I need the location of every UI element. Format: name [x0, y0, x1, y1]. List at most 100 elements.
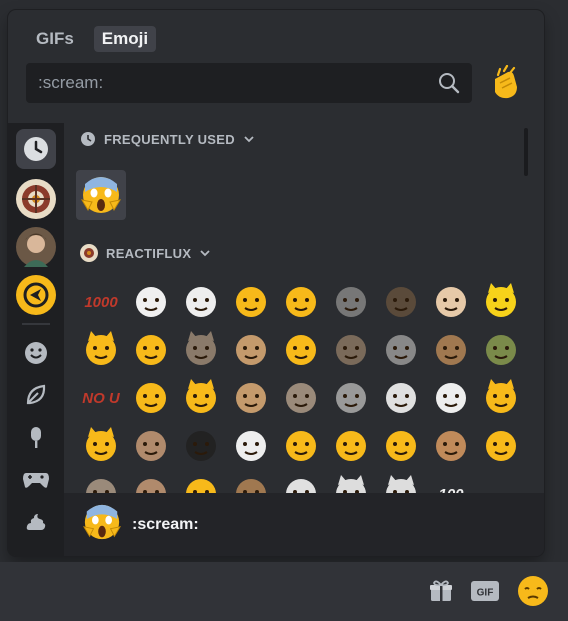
- emoji-blob-white[interactable]: [226, 421, 276, 469]
- emoji-cat-pointing[interactable]: [476, 373, 526, 421]
- emoji-blob-pray[interactable]: [376, 421, 426, 469]
- emoji-dog[interactable]: [426, 373, 476, 421]
- emoji-scream-frequent[interactable]: [76, 170, 126, 220]
- thumbsup-face: [136, 287, 166, 317]
- server-icon-pattern[interactable]: [16, 179, 56, 219]
- emoji-tesla[interactable]: [326, 277, 376, 325]
- search-value: :scream:: [38, 73, 104, 92]
- emoji-bald-man[interactable]: [376, 277, 426, 325]
- emoji-raccoon[interactable]: [376, 325, 426, 373]
- emoji-blob-grin[interactable]: [176, 469, 226, 493]
- emoji-bee-cheers[interactable]: [326, 421, 376, 469]
- emoji-button-icon[interactable]: [516, 574, 550, 608]
- haskell-eye: [343, 394, 347, 398]
- emoji-picker: GIFs Emoji :scream: FREQUENTLY USED REAC…: [8, 10, 544, 556]
- objects-category-icon[interactable]: [16, 501, 56, 541]
- reactiflux-icon: [80, 244, 98, 262]
- people-category-icon[interactable]: [16, 333, 56, 373]
- emoji-man-face-2[interactable]: [126, 469, 176, 493]
- emoji-1000[interactable]: 1000: [76, 277, 126, 325]
- blob-pray-icon: [386, 431, 416, 461]
- server-icon-reactiflux[interactable]: [16, 275, 56, 315]
- blob-white-eye: [255, 442, 259, 446]
- emoji-cat-laptop[interactable]: [326, 469, 376, 493]
- emoji-100-stroke[interactable]: 100: [426, 469, 476, 493]
- tab-emoji[interactable]: Emoji: [93, 26, 157, 52]
- emoji-fedora-man[interactable]: [426, 421, 476, 469]
- emoji-hand-spray[interactable]: [426, 277, 476, 325]
- frequently-used-header[interactable]: FREQUENTLY USED: [80, 131, 255, 147]
- emoji-haskell[interactable]: [326, 373, 376, 421]
- blob-smirk-eye: [305, 298, 309, 302]
- nature-category-icon[interactable]: [16, 375, 56, 415]
- emoji-blob-smirk[interactable]: [276, 277, 326, 325]
- emoji-cat-fedora[interactable]: [176, 325, 226, 373]
- bee-cheers-eye: [343, 442, 347, 446]
- chevron-down-icon: [200, 250, 210, 257]
- emoji-thumbsup[interactable]: [126, 277, 176, 325]
- man-thumbsup-eye: [255, 346, 259, 350]
- emoji-surprised-pikachu[interactable]: [476, 277, 526, 325]
- hand-spray-face: [436, 287, 466, 317]
- picker-tabs: GIFs Emoji: [28, 26, 157, 52]
- emoji-black-cat[interactable]: [176, 421, 226, 469]
- emoji-man-face[interactable]: [226, 373, 276, 421]
- tab-gifs[interactable]: GIFs: [28, 26, 82, 52]
- bald-man-icon: [386, 287, 416, 317]
- emoji-cat-pointing-2[interactable]: [76, 421, 126, 469]
- emoji-man-dance[interactable]: [326, 325, 376, 373]
- man-dance-eye: [343, 346, 347, 350]
- emoji-man-smirk[interactable]: [126, 421, 176, 469]
- emoji-rageface[interactable]: [176, 277, 226, 325]
- emoji-man-thinking[interactable]: [426, 325, 476, 373]
- emoji-sloth[interactable]: [76, 469, 126, 493]
- hand-spray-eye: [455, 298, 459, 302]
- search-input[interactable]: :scream:: [26, 63, 472, 103]
- activities-category-icon[interactable]: [16, 459, 56, 499]
- emoji-cat-nosy[interactable]: [376, 469, 426, 493]
- emoji-angry-cat[interactable]: [126, 325, 176, 373]
- emoji-blob-thinking-2[interactable]: [476, 421, 526, 469]
- fedora-man-eye: [443, 442, 447, 446]
- food-category-icon[interactable]: [16, 417, 56, 457]
- scrollbar[interactable]: [524, 128, 528, 176]
- surprised-pikachu-eye: [493, 298, 497, 302]
- man-smirk-icon: [136, 431, 166, 461]
- trollface-icon: [386, 383, 416, 413]
- emoji-man-thumbsup[interactable]: [226, 325, 276, 373]
- recent-category-icon[interactable]: [16, 129, 56, 169]
- emoji-sideways-smile[interactable]: [226, 277, 276, 325]
- frog-eye: [505, 346, 509, 350]
- reactiflux-header[interactable]: REACTIFLUX: [80, 244, 211, 262]
- 1000-glyph: 1000: [84, 294, 118, 311]
- dog-face: [436, 383, 466, 413]
- emoji-pikachu-cat[interactable]: [76, 325, 126, 373]
- emoji-blob-thinking[interactable]: [276, 421, 326, 469]
- emoji-ghost[interactable]: [276, 469, 326, 493]
- emoji-no-blob[interactable]: [126, 373, 176, 421]
- sideways-smile-face: [236, 287, 266, 317]
- tiny-smile-face: [286, 335, 316, 365]
- gif-button[interactable]: GIF: [470, 580, 500, 602]
- cat-thinking-eye: [193, 394, 197, 398]
- emoji-no-u[interactable]: NO U: [76, 373, 126, 421]
- chevron-down-icon: [244, 136, 254, 143]
- emoji-cat-thinking[interactable]: [176, 373, 226, 421]
- angry-cat-face: [136, 335, 166, 365]
- cat-pointing-2-icon: [86, 427, 116, 461]
- emoji-kappa[interactable]: [276, 373, 326, 421]
- emoji-trollface[interactable]: [376, 373, 426, 421]
- man-dance-eye: [355, 346, 359, 350]
- man-dance-icon: [336, 335, 366, 365]
- black-cat-eye: [205, 442, 209, 446]
- frog-eye: [493, 346, 497, 350]
- clap-hands-icon[interactable]: [486, 64, 522, 106]
- emoji-tiny-smile[interactable]: [276, 325, 326, 373]
- gift-icon[interactable]: [428, 578, 454, 604]
- emoji-frog[interactable]: [476, 325, 526, 373]
- cat-pointing-icon: [486, 379, 516, 413]
- search-row: :scream:: [26, 63, 526, 105]
- server-icon-avatar[interactable]: [16, 227, 56, 267]
- emoji-man-face-3[interactable]: [226, 469, 276, 493]
- blob-pray-eye: [405, 442, 409, 446]
